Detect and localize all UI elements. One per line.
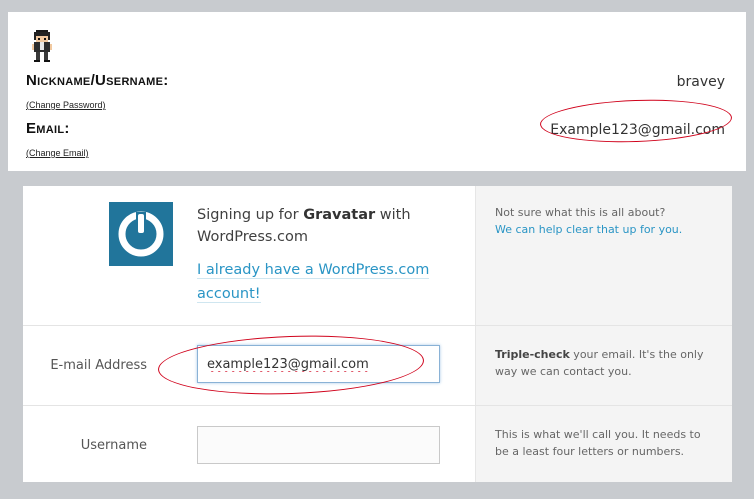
- profile-card: Nickname/Username: bravey (Change Passwo…: [8, 12, 746, 171]
- username-input[interactable]: [197, 426, 440, 464]
- email-field-label: E-mail Address: [50, 358, 147, 373]
- change-password-link[interactable]: (Change Password): [26, 100, 106, 110]
- signup-panel: Signing up for Gravatar with WordPress.c…: [23, 186, 732, 482]
- change-email-link[interactable]: (Change Email): [26, 148, 89, 158]
- wordpress-logo-icon: [109, 202, 173, 266]
- row-divider: [23, 405, 732, 406]
- avatar-icon: [28, 30, 56, 62]
- row-divider: [23, 325, 732, 326]
- signup-heading: Signing up for Gravatar with WordPress.c…: [197, 207, 411, 245]
- email-value: Example123@gmail.com: [550, 122, 725, 138]
- nickname-value: bravey: [676, 74, 725, 90]
- existing-account-link[interactable]: I already have a WordPress.com account!: [197, 258, 447, 306]
- email-hint: Triple-check your email. It's the only w…: [495, 348, 704, 378]
- email-label: Email:: [26, 120, 70, 137]
- help-link[interactable]: We can help clear that up for you.: [495, 223, 682, 236]
- email-input[interactable]: [197, 345, 440, 383]
- nickname-label: Nickname/Username:: [26, 72, 169, 89]
- help-text: Not sure what this is all about? We can …: [495, 206, 683, 236]
- username-hint: This is what we'll call you. It needs to…: [495, 428, 701, 458]
- username-field-label: Username: [80, 438, 147, 453]
